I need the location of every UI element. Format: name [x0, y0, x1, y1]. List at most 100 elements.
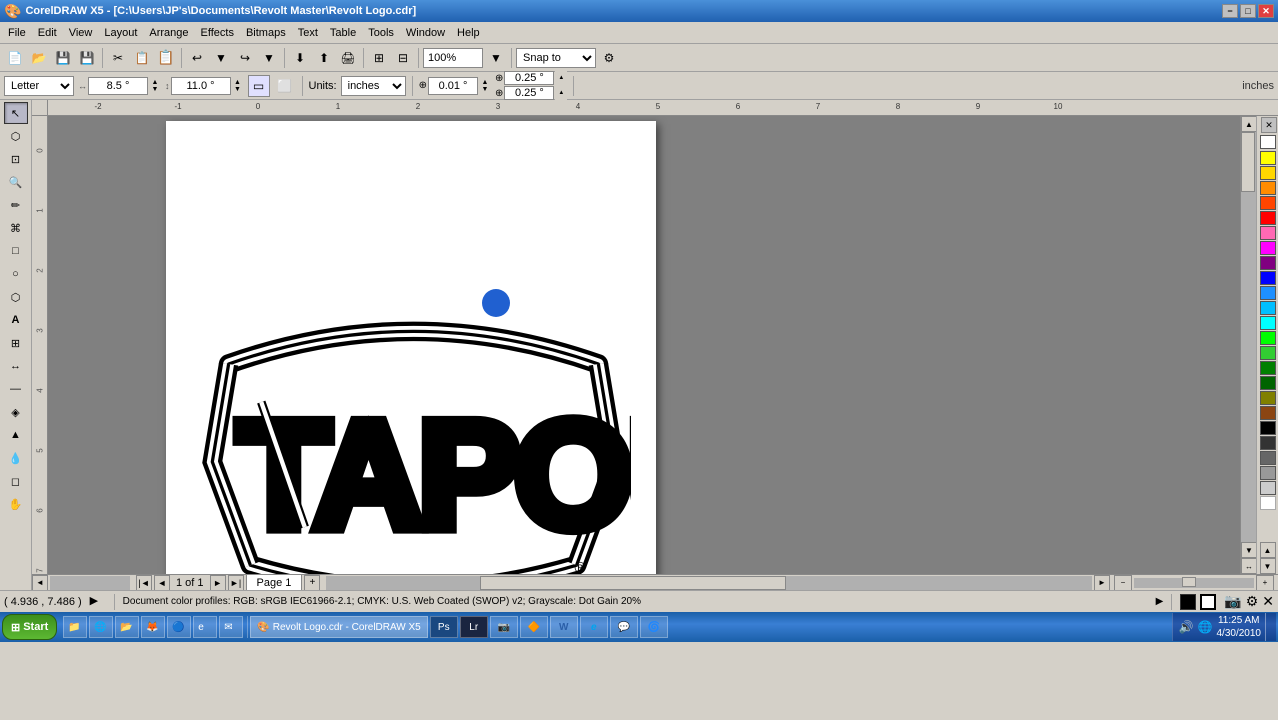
- camera-icon[interactable]: 📷: [1224, 593, 1241, 610]
- nudge2-input[interactable]: [504, 71, 554, 85]
- outline-color-square[interactable]: [1200, 594, 1216, 610]
- taskbar-ie[interactable]: e: [193, 616, 217, 638]
- color-swatch-dark-gray[interactable]: [1260, 436, 1276, 450]
- copy-button[interactable]: 📋: [131, 47, 153, 69]
- color-swatch-darkest-green[interactable]: [1260, 376, 1276, 390]
- snap-settings-button[interactable]: ⚙: [598, 47, 620, 69]
- rectangle-tool-button[interactable]: □: [4, 240, 28, 262]
- palette-close-button[interactable]: ✕: [1261, 117, 1277, 133]
- maximize-button[interactable]: □: [1240, 4, 1256, 18]
- minimize-button[interactable]: −: [1222, 4, 1238, 18]
- menu-layout[interactable]: Layout: [98, 25, 143, 41]
- redo-dropdown[interactable]: ▼: [258, 47, 280, 69]
- color-swatch-purple[interactable]: [1260, 256, 1276, 270]
- color-swatch-lime[interactable]: [1260, 346, 1276, 360]
- page-tab-1[interactable]: Page 1: [246, 574, 303, 591]
- freehand-tool-button[interactable]: ✏: [4, 194, 28, 216]
- menu-table[interactable]: Table: [324, 25, 362, 41]
- hand-tool-button[interactable]: ✋: [4, 493, 28, 515]
- ellipse-tool-button[interactable]: ○: [4, 263, 28, 285]
- h-scroll-track-left[interactable]: [50, 576, 130, 590]
- menu-bitmaps[interactable]: Bitmaps: [240, 25, 292, 41]
- taskbar-item-swirl[interactable]: 🌀: [640, 616, 668, 638]
- print-button[interactable]: 🖨: [337, 47, 359, 69]
- group-button[interactable]: ⊞: [368, 47, 390, 69]
- zoom-slider-thumb[interactable]: [1182, 577, 1196, 587]
- open-button[interactable]: 📂: [28, 47, 50, 69]
- color-swatch-red[interactable]: [1260, 211, 1276, 225]
- systray-network-icon[interactable]: 🌐: [1198, 620, 1213, 634]
- show-desktop-button[interactable]: [1265, 613, 1270, 641]
- ungroup-button[interactable]: ⊟: [392, 47, 414, 69]
- taskbar-item5[interactable]: 🔵: [167, 616, 191, 638]
- systray-sound-icon[interactable]: 🔊: [1179, 620, 1194, 634]
- color-swatch-gray[interactable]: [1260, 451, 1276, 465]
- eyedropper-tool-button[interactable]: 💧: [4, 447, 28, 469]
- prev-page-button[interactable]: ◄: [154, 575, 170, 591]
- coords-expand-button[interactable]: ▶: [90, 594, 106, 610]
- zoom-out-button[interactable]: −: [1114, 575, 1132, 591]
- save-button[interactable]: 💾: [52, 47, 74, 69]
- color-swatch-medium-gray[interactable]: [1260, 466, 1276, 480]
- polygon-tool-button[interactable]: ⬡: [4, 286, 28, 308]
- smart-fill-tool-button[interactable]: ⌘: [4, 217, 28, 239]
- zoom-tool-button[interactable]: 🔍: [4, 171, 28, 193]
- width-input[interactable]: [88, 77, 148, 95]
- nudge2-spinner-up[interactable]: ▲: [555, 71, 567, 85]
- color-swatch-cyan[interactable]: [1260, 316, 1276, 330]
- menu-help[interactable]: Help: [451, 25, 486, 41]
- units-dropdown[interactable]: inches mm cm points picas pixels: [341, 76, 406, 96]
- color-swatch-white[interactable]: [1260, 496, 1276, 510]
- landscape-button[interactable]: ⬜: [274, 75, 296, 97]
- portrait-button[interactable]: ▭: [248, 75, 270, 97]
- crop-tool-button[interactable]: ⊡: [4, 148, 28, 170]
- scroll-down-button[interactable]: ▼: [1241, 542, 1256, 558]
- zoom-in-button[interactable]: +: [1256, 575, 1274, 591]
- taskbar-chrome[interactable]: 🌐: [89, 616, 113, 638]
- redo-button[interactable]: ↪: [234, 47, 256, 69]
- menu-file[interactable]: File: [2, 25, 32, 41]
- height-spinner[interactable]: ▲▼: [232, 77, 244, 95]
- taskbar-coreldraw-item[interactable]: 🎨 Revolt Logo.cdr - CorelDRAW X5: [250, 616, 427, 638]
- color-swatch-brown[interactable]: [1260, 406, 1276, 420]
- export-button[interactable]: ⬆: [313, 47, 335, 69]
- text-tool-button[interactable]: A: [4, 309, 28, 331]
- dimension-tool-button[interactable]: ↔: [4, 355, 28, 377]
- taskbar-photoshop-item[interactable]: Ps: [430, 616, 458, 638]
- color-swatch-red-orange[interactable]: [1260, 196, 1276, 210]
- color-swatch-orange[interactable]: [1260, 181, 1276, 195]
- taskbar-file-manager[interactable]: 📁: [63, 616, 87, 638]
- undo-button[interactable]: ↩: [186, 47, 208, 69]
- close-button[interactable]: ✕: [1258, 4, 1274, 18]
- palette-scroll-down[interactable]: ▼: [1260, 558, 1276, 574]
- h-scroll-track-right[interactable]: [326, 576, 1092, 590]
- height-input[interactable]: [171, 77, 231, 95]
- fill-color-square[interactable]: [1180, 594, 1196, 610]
- import-button[interactable]: ⬇: [289, 47, 311, 69]
- shape-edit-tool-button[interactable]: ⬡: [4, 125, 28, 147]
- menu-effects[interactable]: Effects: [195, 25, 240, 41]
- snap-to-dropdown[interactable]: Snap to: [516, 48, 596, 68]
- blend-tool-button[interactable]: ◈: [4, 401, 28, 423]
- page-size-dropdown[interactable]: Letter: [4, 76, 74, 96]
- color-swatch-yellow[interactable]: [1260, 151, 1276, 165]
- taskbar-filezilla[interactable]: 📂: [115, 616, 139, 638]
- cut-button[interactable]: ✂: [107, 47, 129, 69]
- nudge3-input[interactable]: [504, 86, 554, 100]
- menu-tools[interactable]: Tools: [362, 25, 400, 41]
- menu-text[interactable]: Text: [292, 25, 324, 41]
- palette-scroll-up[interactable]: ▲: [1260, 542, 1276, 558]
- nudge-input[interactable]: [428, 77, 478, 95]
- first-page-button[interactable]: |◄: [136, 575, 152, 591]
- taskbar-ie2-item[interactable]: e: [580, 616, 608, 638]
- menu-arrange[interactable]: Arrange: [143, 25, 194, 41]
- scroll-up-button[interactable]: ▲: [1241, 116, 1256, 132]
- taskbar-lightroom-item[interactable]: Lr: [460, 616, 488, 638]
- v-scroll-thumb[interactable]: [1241, 132, 1255, 192]
- menu-view[interactable]: View: [63, 25, 99, 41]
- color-swatch-olive[interactable]: [1260, 391, 1276, 405]
- menu-window[interactable]: Window: [400, 25, 451, 41]
- add-page-button[interactable]: +: [304, 575, 320, 591]
- system-clock[interactable]: 11:25 AM 4/30/2010: [1217, 614, 1262, 640]
- start-button[interactable]: ⊞ Start: [2, 614, 57, 640]
